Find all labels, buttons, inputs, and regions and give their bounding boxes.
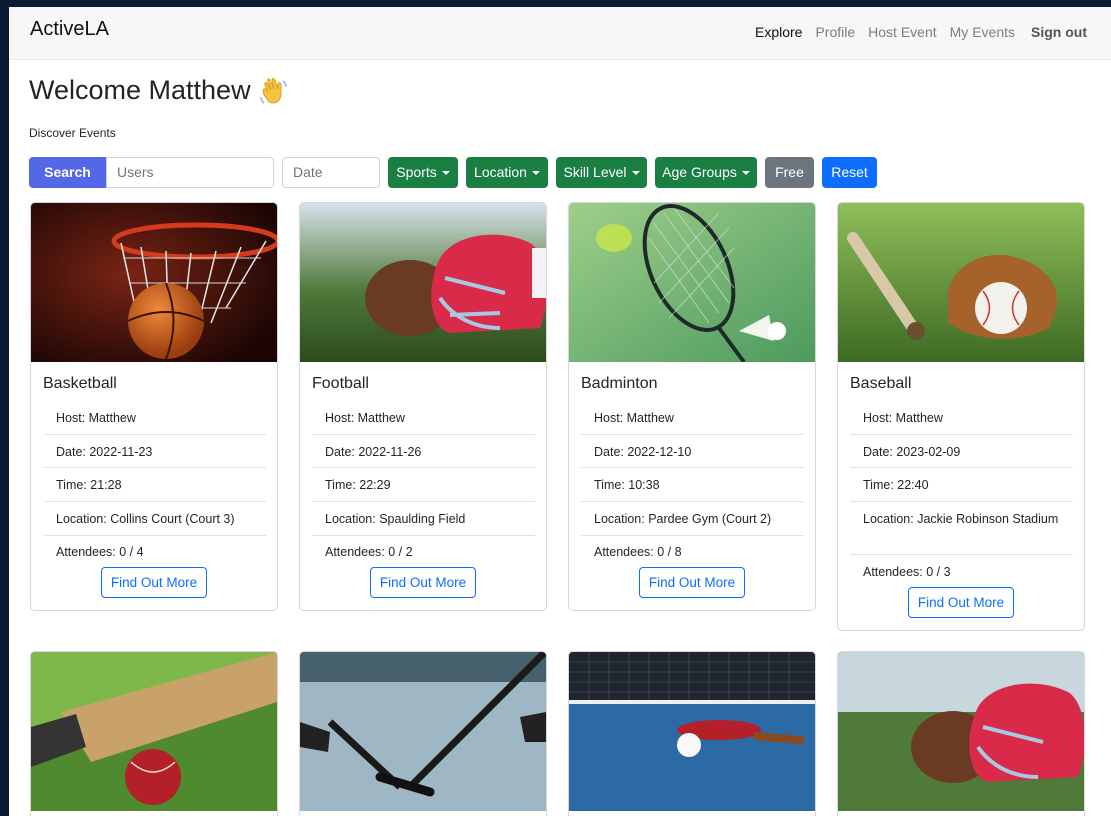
card-attendees: Attendees: 0 / 2	[325, 545, 413, 559]
discover-events-heading: Discover Events	[29, 126, 116, 140]
event-card-football-2	[837, 651, 1085, 816]
page-title: Welcome Matthew	[29, 75, 289, 106]
divider	[312, 535, 535, 536]
card-date: Date: 2022-11-23	[56, 445, 153, 459]
card-host: Host: Matthew	[863, 411, 943, 425]
divider	[43, 501, 266, 502]
divider	[312, 501, 535, 502]
badminton-racket-image	[569, 203, 815, 362]
sports-dropdown[interactable]: Sports	[388, 157, 458, 188]
divider	[850, 554, 1073, 555]
nav-links: Explore Profile Host Event My Events Sig…	[742, 24, 1087, 40]
users-search-input[interactable]: Users	[106, 157, 274, 188]
app-window: ActiveLA Explore Profile Host Event My E…	[9, 7, 1111, 816]
card-date: Date: 2022-11-26	[325, 445, 422, 459]
event-card-basketball: Basketball Host: Matthew Date: 2022-11-2…	[30, 202, 278, 611]
card-attendees: Attendees: 0 / 4	[56, 545, 144, 559]
card-date: Date: 2022-12-10	[594, 445, 692, 459]
waving-hand-icon	[259, 77, 287, 104]
sports-label: Sports	[396, 164, 437, 180]
hockey-image	[300, 652, 546, 811]
welcome-text: Welcome Matthew	[29, 75, 251, 105]
age-groups-dropdown[interactable]: Age Groups	[655, 157, 757, 188]
divider	[43, 467, 266, 468]
card-date: Date: 2023-02-09	[863, 445, 961, 459]
event-card-hockey	[299, 651, 547, 816]
reset-button[interactable]: Reset	[822, 157, 877, 188]
divider	[312, 434, 535, 435]
baseball-image	[838, 203, 1084, 362]
divider	[581, 535, 804, 536]
divider	[43, 434, 266, 435]
card-time: Time: 22:40	[863, 478, 929, 492]
caret-down-icon	[631, 171, 640, 175]
divider	[850, 434, 1073, 435]
divider	[850, 501, 1073, 502]
card-time: Time: 21:28	[56, 478, 122, 492]
card-attendees: Attendees: 0 / 8	[594, 545, 682, 559]
divider	[43, 535, 266, 536]
nav-explore[interactable]: Explore	[755, 24, 802, 40]
event-card-cricket	[30, 651, 278, 816]
nav-my-events[interactable]: My Events	[950, 24, 1015, 40]
find-out-more-button[interactable]: Find Out More	[639, 567, 745, 598]
navbar: ActiveLA Explore Profile Host Event My E…	[9, 7, 1111, 60]
event-card-baseball: Baseball Host: Matthew Date: 2023-02-09 …	[837, 202, 1085, 631]
card-title: Baseball	[850, 375, 912, 392]
card-host: Host: Matthew	[56, 411, 136, 425]
location-label: Location	[474, 164, 527, 180]
brand-logo[interactable]: ActiveLA	[30, 18, 109, 41]
table-tennis-image	[569, 652, 815, 811]
nav-sign-out[interactable]: Sign out	[1031, 24, 1087, 40]
card-location: Location: Jackie Robinson Stadium	[863, 512, 1059, 526]
card-title: Badminton	[581, 375, 658, 392]
caret-down-icon	[441, 171, 450, 175]
card-location: Location: Spaulding Field	[325, 512, 466, 526]
basketball-image	[31, 203, 277, 362]
divider	[850, 467, 1073, 468]
cricket-image	[31, 652, 277, 811]
card-location: Location: Pardee Gym (Court 2)	[594, 512, 772, 526]
age-groups-label: Age Groups	[662, 164, 737, 180]
nav-host-event[interactable]: Host Event	[868, 24, 936, 40]
divider	[581, 434, 804, 435]
event-card-football: Football Host: Matthew Date: 2022-11-26 …	[299, 202, 547, 611]
find-out-more-button[interactable]: Find Out More	[370, 567, 476, 598]
event-card-badminton: Badminton Host: Matthew Date: 2022-12-10…	[568, 202, 816, 611]
card-title: Basketball	[43, 375, 117, 392]
date-input[interactable]: Date	[282, 157, 380, 188]
find-out-more-button[interactable]: Find Out More	[101, 567, 207, 598]
location-dropdown[interactable]: Location	[466, 157, 548, 188]
free-toggle-button[interactable]: Free	[765, 157, 814, 188]
card-title: Football	[312, 375, 369, 392]
event-card-table-tennis	[568, 651, 816, 816]
skill-level-dropdown[interactable]: Skill Level	[556, 157, 647, 188]
football-helmet-image	[838, 652, 1084, 811]
nav-profile[interactable]: Profile	[815, 24, 855, 40]
divider	[581, 501, 804, 502]
caret-down-icon	[741, 171, 750, 175]
card-location: Location: Collins Court (Court 3)	[56, 512, 235, 526]
divider	[312, 467, 535, 468]
search-button[interactable]: Search	[29, 157, 106, 188]
divider	[581, 467, 804, 468]
caret-down-icon	[531, 171, 540, 175]
card-host: Host: Matthew	[594, 411, 674, 425]
card-time: Time: 10:38	[594, 478, 660, 492]
find-out-more-button[interactable]: Find Out More	[908, 587, 1014, 618]
card-time: Time: 22:29	[325, 478, 391, 492]
card-host: Host: Matthew	[325, 411, 405, 425]
card-attendees: Attendees: 0 / 3	[863, 565, 951, 579]
skill-level-label: Skill Level	[563, 164, 627, 180]
football-helmet-image	[300, 203, 546, 362]
